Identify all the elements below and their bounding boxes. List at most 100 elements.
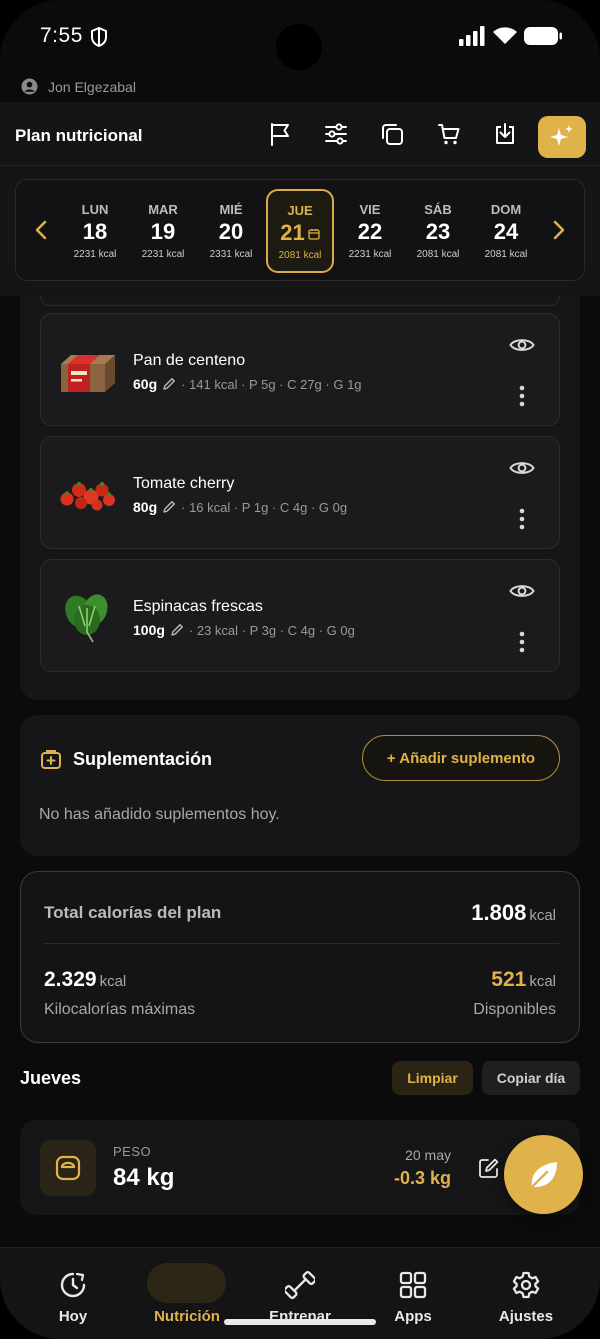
food-card[interactable]: Pan de centeno 60g · 141 kcal · P 5g · C… [40,313,560,426]
nav-hoy[interactable]: Hoy [18,1248,128,1339]
status-time: 7:55 [40,24,83,47]
cherry-tomato-image [60,482,115,511]
scale-icon [55,1155,81,1181]
food-macros: · 16 kcal · P 1g · C 4g · G 0g [181,499,348,515]
food-details: 60g · 141 kcal · P 5g · C 27g · G 1g [133,376,362,392]
food-name: Tomate cherry [133,475,235,492]
add-supplement-button[interactable]: + Añadir suplemento [362,735,560,781]
download-button[interactable] [485,114,525,154]
gear-icon [512,1271,540,1299]
food-details: 80g · 16 kcal · P 1g · C 4g · G 0g [133,499,347,515]
food-card[interactable]: Espinacas frescas 100g · 23 kcal · P 3g … [40,559,560,672]
day-fri[interactable]: VIE 22 2231 kcal [336,200,404,282]
nav-label: Hoy [58,1308,88,1325]
scale-icon-box [40,1140,96,1196]
rye-bread-image [61,355,115,392]
day-sun[interactable]: DOM 24 2081 kcal [472,200,540,282]
copy-icon [382,124,403,145]
day-thu-selected[interactable]: JUE 21 2081 kcal [266,189,334,273]
supplements-card: Suplementación + Añadir suplemento No ha… [20,715,580,856]
day-section-title: Jueves [20,1068,82,1088]
day-tue[interactable]: MAR 19 2231 kcal [129,200,197,282]
more-options-icon[interactable] [515,384,529,408]
copy-button[interactable] [372,114,412,154]
pencil-icon[interactable] [162,500,176,514]
divider [43,943,559,944]
app-header: Plan nutricional [0,102,600,166]
cart-icon [438,124,460,145]
supplements-title: Suplementación [73,749,213,769]
chevron-right-icon[interactable] [552,220,566,240]
camera-notch [276,24,322,70]
plan-total-value: 1.808 kcal [471,900,556,925]
previous-food-card-edge [40,296,560,306]
ai-sparkle-button[interactable] [538,116,586,158]
weight-label: PESO [113,1144,152,1159]
battery-icon [524,27,562,45]
eye-icon[interactable] [509,459,535,477]
wifi-icon [493,27,517,44]
spinach-image [65,594,108,643]
pencil-icon[interactable] [162,377,176,391]
leaf-icon [530,1161,557,1188]
shield-icon [91,26,107,48]
plan-total-label: Total calorías del plan [44,903,222,922]
nav-apps[interactable]: Apps [358,1248,468,1339]
day-wed[interactable]: MIÉ 20 2331 kcal [197,200,265,282]
user-name: Jon Elgezabal [48,79,136,95]
nav-active-indicator [147,1263,226,1303]
food-card[interactable]: Tomate cherry 80g · 16 kcal · P 1g · C 4… [40,436,560,549]
weight-date: 20 may [405,1147,451,1163]
user-row: Jon Elgezabal [0,70,600,102]
app-screen: 7:55 Jon Elgezabal Plan nutricional LUN … [0,0,600,1339]
cart-button[interactable] [429,114,469,154]
bottom-nav: Hoy Nutrición Entrenar Apps Ajustes [0,1247,600,1339]
food-details: 100g · 23 kcal · P 3g · C 4g · G 0g [133,622,355,638]
download-icon [496,123,514,144]
filters-button[interactable] [316,114,356,154]
more-options-icon[interactable] [515,507,529,531]
flag-icon [271,123,289,146]
nav-entrenar[interactable]: Entrenar [245,1248,355,1339]
day-mon[interactable]: LUN 18 2231 kcal [61,200,129,282]
status-bar: 7:55 [0,0,600,70]
clock-icon [60,1272,86,1298]
nav-ajustes[interactable]: Ajustes [471,1248,581,1339]
week-selector: LUN 18 2231 kcal MAR 19 2231 kcal MIÉ 20 2331 … [0,166,600,296]
nav-label: Ajustes [498,1308,554,1325]
home-indicator[interactable] [224,1319,376,1325]
week-strip: LUN 18 2231 kcal MAR 19 2231 kcal MIÉ 20 2331 … [15,179,585,281]
sliders-icon [325,123,347,145]
weight-delta: -0.3 kg [393,1168,451,1188]
meal-panel: Pan de centeno 60g · 141 kcal · P 5g · C… [20,296,580,700]
max-kcal-label: Kilocalorías máximas [44,1001,196,1018]
clear-day-button[interactable]: Limpiar [392,1061,473,1095]
pencil-icon[interactable] [170,623,184,637]
day-sat[interactable]: SÁB 23 2081 kcal [404,200,472,282]
page-title: Plan nutricional [15,126,143,145]
supplements-empty-text: No has añadido suplementos hoy. [39,806,280,823]
available-kcal-value: 521 kcal [491,968,556,991]
sparkle-icon [550,125,573,146]
chevron-left-icon[interactable] [34,220,48,240]
weight-value: 84 kg [113,1164,175,1191]
dumbbell-icon [285,1270,315,1300]
eye-icon[interactable] [509,336,535,354]
nutrition-fab-button[interactable] [504,1135,583,1214]
food-grams[interactable]: 60g [133,376,157,392]
weight-card[interactable]: PESO 84 kg 20 may -0.3 kg [20,1120,580,1215]
food-grams[interactable]: 100g [133,622,165,638]
user-avatar-icon [21,78,38,95]
calorie-totals-card: Total calorías del plan 1.808 kcal 2.329 k… [20,871,580,1043]
edit-icon[interactable] [478,1157,500,1179]
more-options-icon[interactable] [515,630,529,654]
grid-icon [399,1271,427,1299]
available-kcal-label: Disponibles [473,1001,556,1018]
food-grams[interactable]: 80g [133,499,157,515]
food-macros: · 141 kcal · P 5g · C 27g · G 1g [181,376,362,392]
eye-icon[interactable] [509,582,535,600]
copy-day-button[interactable]: Copiar día [482,1061,580,1095]
flag-button[interactable] [260,114,300,154]
supplement-kit-icon [41,750,61,769]
food-name: Pan de centeno [133,352,246,369]
